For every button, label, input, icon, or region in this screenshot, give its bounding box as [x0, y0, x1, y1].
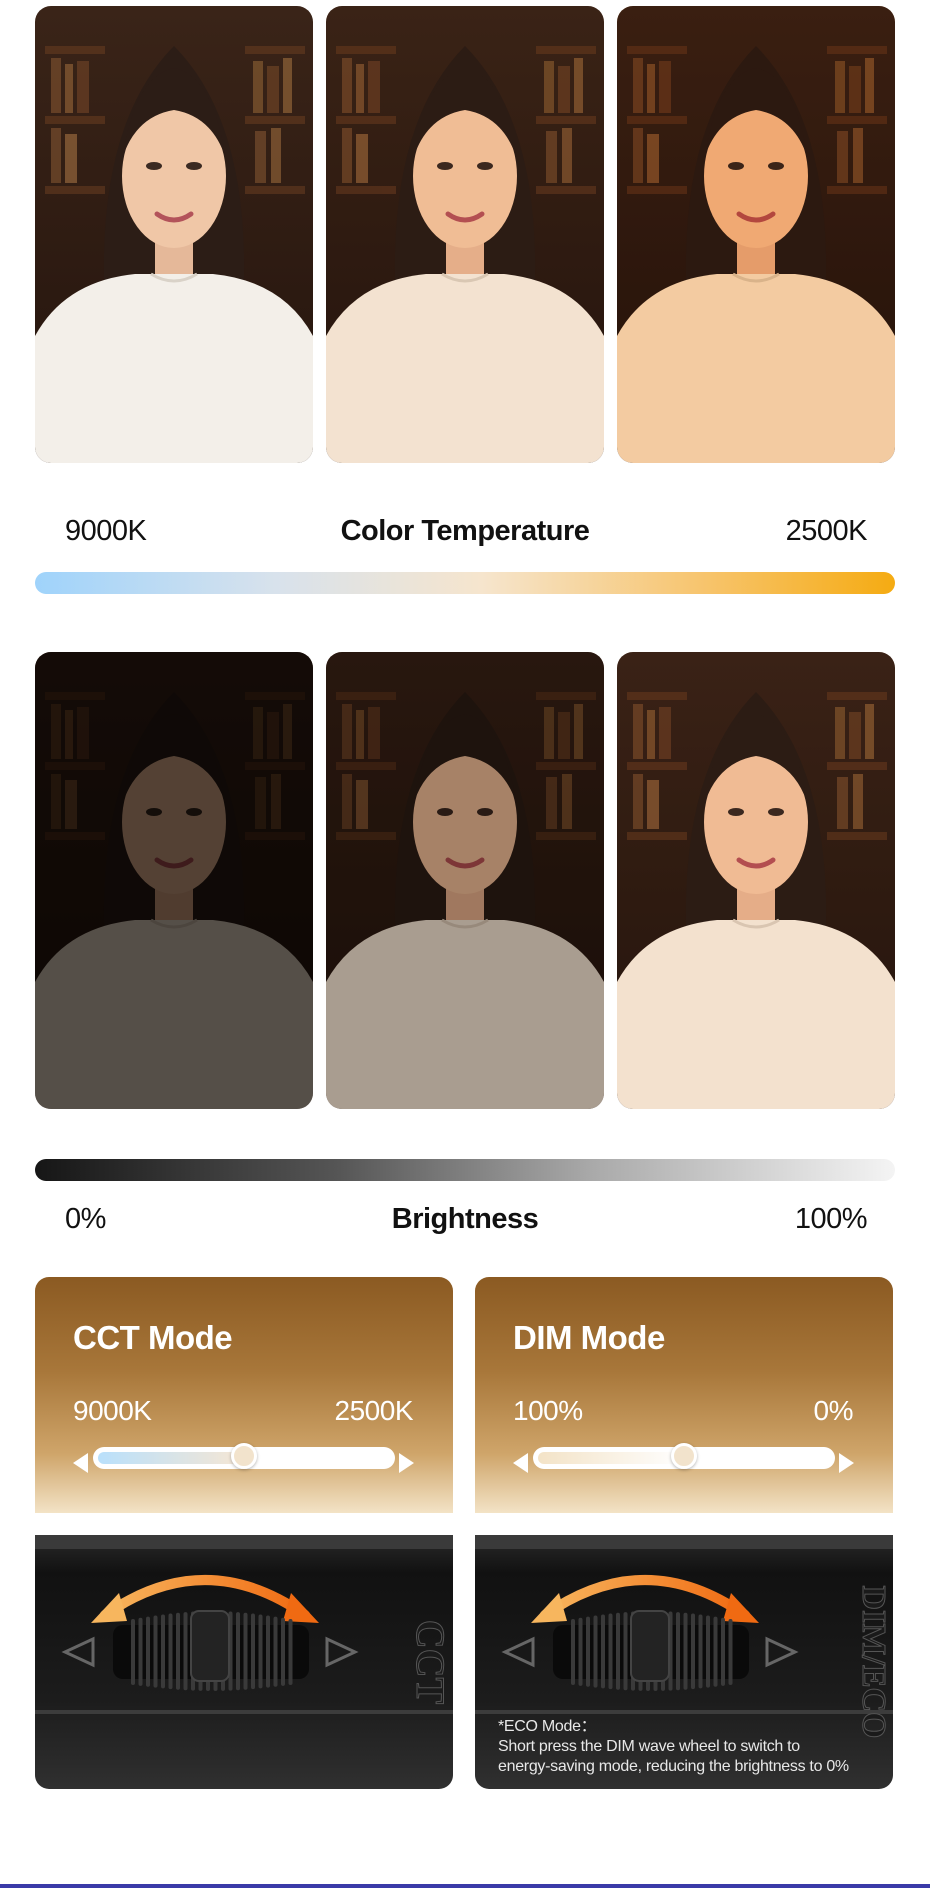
brightness-title: Brightness: [391, 1203, 539, 1235]
portrait-photo-warm: [617, 6, 895, 463]
eco-mode-note: *ECO Mode： Short press the DIM wave whee…: [498, 1717, 878, 1777]
dim-right-value: 0%: [813, 1395, 854, 1426]
brightness-gradient-bar: [35, 1159, 895, 1181]
color-temperature-photos: [35, 6, 895, 463]
portrait-photo-cool: [35, 6, 313, 463]
bottom-accent-line: [0, 1884, 930, 1888]
cct-left-arrow-icon: [73, 1453, 88, 1473]
dim-right-arrow-icon: [839, 1453, 854, 1473]
dim-slider[interactable]: [535, 1443, 833, 1469]
svg-text:DIM/ECO: DIM/ECO: [855, 1586, 892, 1739]
dim-slider-knob[interactable]: [671, 1443, 697, 1469]
color-temperature-gradient-bar: [35, 572, 895, 594]
brightness-photos: [35, 652, 895, 1109]
cct-right-value: 2500K: [334, 1395, 414, 1426]
portrait-photo-medium: [326, 652, 604, 1109]
portrait-photo-dim: [35, 652, 313, 1109]
eco-mode-title: *ECO Mode：: [498, 1718, 597, 1735]
temp-right-value: 2500K: [785, 515, 868, 547]
cct-wheel-device: CCT: [35, 1535, 453, 1789]
svg-text:CCT: CCT: [408, 1620, 453, 1705]
cct-slider[interactable]: [95, 1443, 393, 1469]
brightness-right-value: 100%: [794, 1203, 868, 1235]
dim-left-value: 100%: [513, 1395, 583, 1426]
cct-left-value: 9000K: [73, 1395, 152, 1426]
cct-mode-title: CCT Mode: [73, 1319, 233, 1356]
eco-mode-line-1: Short press the DIM wave wheel to switch…: [498, 1738, 800, 1755]
dim-mode-card: DIM Mode 100% 0% DIM/ECO *ECO Mode： Shor…: [475, 1277, 893, 1789]
eco-mode-line-2: energy-saving mode, reducing the brightn…: [498, 1758, 849, 1775]
dim-left-arrow-icon: [513, 1453, 528, 1473]
cct-right-arrow-icon: [399, 1453, 414, 1473]
cct-mode-card: CCT Mode 9000K 2500K CCT: [35, 1277, 453, 1789]
dim-mode-title: DIM Mode: [513, 1319, 665, 1356]
portrait-photo-neutral: [326, 6, 604, 463]
cct-slider-knob[interactable]: [231, 1443, 257, 1469]
portrait-photo-bright: [617, 652, 895, 1109]
